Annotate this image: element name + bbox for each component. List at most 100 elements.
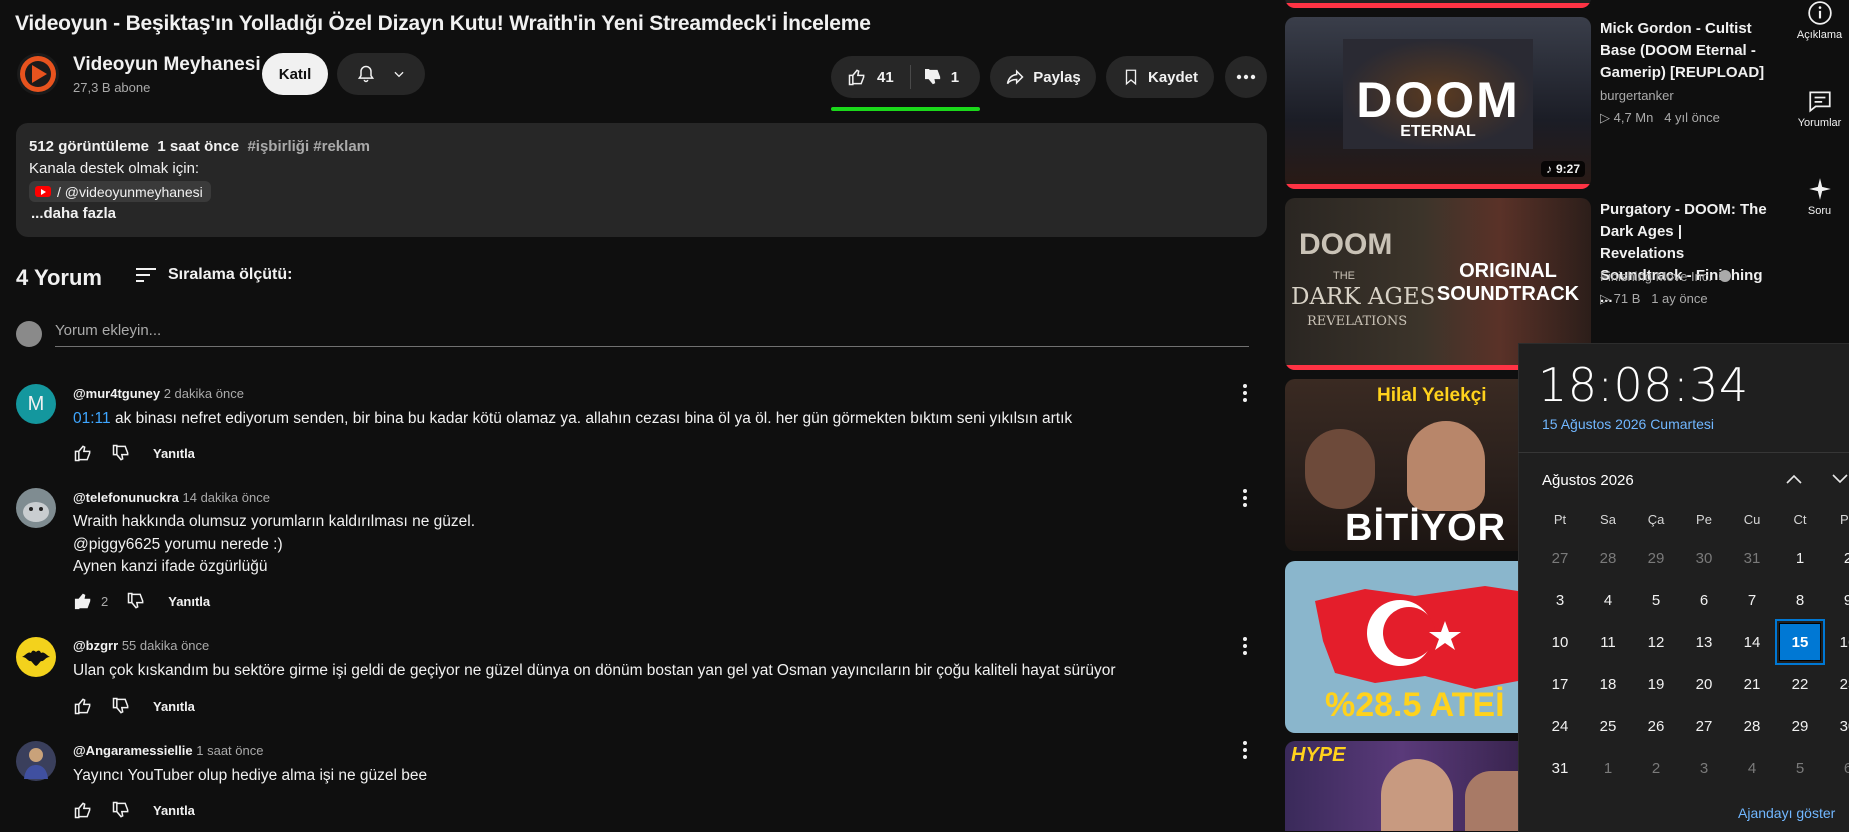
share-button[interactable]: Paylaş [990, 56, 1096, 98]
calendar-day[interactable]: 10 [1539, 623, 1581, 661]
related-thumbnail[interactable]: DOOM ETERNAL ♪ 9:27 [1285, 17, 1591, 189]
show-agenda-link[interactable]: Ajandayı göster [1738, 805, 1835, 821]
thumbs-down-icon[interactable] [111, 800, 131, 820]
calendar-day[interactable]: 29 [1635, 539, 1677, 577]
calendar-day[interactable]: 11 [1587, 623, 1629, 661]
related-thumbnail[interactable]: %28.5 ATEİ [1285, 561, 1518, 733]
calendar-day[interactable]: 28 [1731, 707, 1773, 745]
calendar-day[interactable]: 30 [1827, 707, 1849, 745]
join-button[interactable]: Katıl [262, 53, 328, 95]
thumbs-up-icon[interactable] [73, 800, 93, 820]
channel-avatar[interactable] [17, 53, 59, 95]
show-more-link[interactable]: ...daha fazla [31, 205, 116, 222]
calendar-day[interactable]: 20 [1683, 665, 1725, 703]
related-channel[interactable]: burgertanker [1600, 88, 1674, 103]
calendar-day[interactable]: 18 [1587, 665, 1629, 703]
add-comment-input[interactable]: Yorum ekleyin... [55, 318, 1249, 347]
calendar-day[interactable]: 5 [1635, 581, 1677, 619]
description-panel-button[interactable]: Açıklama [1790, 0, 1849, 41]
comment-author[interactable]: @bzgrr [73, 638, 118, 653]
thumbs-up-icon[interactable] [73, 443, 93, 463]
channel-name[interactable]: Videoyun Meyhanesi [73, 54, 261, 76]
comment-time[interactable]: 1 saat önce [196, 743, 263, 758]
thumbs-down-icon[interactable] [111, 443, 131, 463]
calendar-day[interactable]: 1 [1587, 749, 1629, 787]
comments-panel-button[interactable]: Yorumlar [1790, 88, 1849, 129]
calendar-day[interactable]: 13 [1683, 623, 1725, 661]
comment-author[interactable]: @mur4tguney [73, 386, 160, 401]
calendar-day[interactable]: 1 [1779, 539, 1821, 577]
comment-time[interactable]: 2 dakika önce [164, 386, 244, 401]
ask-panel-button[interactable]: Soru [1790, 176, 1849, 217]
comment-menu-icon[interactable] [1243, 489, 1247, 510]
comment-avatar[interactable] [16, 488, 56, 528]
comment-menu-icon[interactable] [1243, 741, 1247, 762]
calendar-day[interactable]: 27 [1539, 539, 1581, 577]
reply-button[interactable]: Yanıtla [153, 699, 195, 714]
comment-time[interactable]: 14 dakika önce [183, 490, 270, 505]
comment-avatar[interactable] [16, 741, 56, 781]
calendar-day[interactable]: 4 [1587, 581, 1629, 619]
calendar-day[interactable]: 7 [1731, 581, 1773, 619]
calendar-day[interactable]: 28 [1587, 539, 1629, 577]
related-thumbnail[interactable] [1285, 0, 1591, 8]
comment-avatar[interactable] [16, 637, 56, 677]
save-button[interactable]: Kaydet [1106, 56, 1214, 98]
reply-button[interactable]: Yanıtla [168, 594, 210, 609]
comment-author[interactable]: @Angaramessiellie [73, 743, 193, 758]
thumbs-down-icon[interactable] [126, 591, 146, 611]
dislike-button[interactable]: 1 [923, 67, 959, 87]
calendar-day[interactable]: 5 [1779, 749, 1821, 787]
calendar-day[interactable]: 22 [1779, 665, 1821, 703]
channel-link-chip[interactable]: / @videoyunmeyhanesi [29, 181, 211, 202]
comment-author[interactable]: @telefonunuckra [73, 490, 179, 505]
reply-button[interactable]: Yanıtla [153, 446, 195, 461]
related-channel-name[interactable]: Finishing Move Inc. [1600, 269, 1712, 284]
comment-time[interactable]: 55 dakika önce [122, 638, 209, 653]
related-thumbnail[interactable]: Hilal Yelekçi BİTİYOR [1285, 379, 1518, 551]
thumbs-up-icon[interactable] [73, 696, 93, 716]
clock-date[interactable]: 15 Ağustos 2026 Cumartesi [1542, 416, 1714, 432]
calendar-day[interactable]: 31 [1539, 749, 1581, 787]
calendar-day[interactable]: 23 [1827, 665, 1849, 703]
calendar-day[interactable]: 21 [1731, 665, 1773, 703]
calendar-day[interactable]: 6 [1683, 581, 1725, 619]
calendar-day[interactable]: 25 [1587, 707, 1629, 745]
more-actions-button[interactable] [1225, 56, 1267, 98]
calendar-day[interactable]: 3 [1683, 749, 1725, 787]
comment-menu-icon[interactable] [1243, 637, 1247, 658]
comment-menu-icon[interactable] [1243, 384, 1247, 405]
calendar-day[interactable]: 16 [1827, 623, 1849, 661]
calendar-day[interactable]: 31 [1731, 539, 1773, 577]
calendar-day[interactable]: 4 [1731, 749, 1773, 787]
reply-button[interactable]: Yanıtla [153, 803, 195, 818]
calendar-day[interactable]: 9 [1827, 581, 1849, 619]
like-button[interactable]: 41 [831, 67, 894, 87]
calendar-day[interactable]: 3 [1539, 581, 1581, 619]
sort-button[interactable]: Sıralama ölçütü: [134, 265, 292, 285]
thumbs-up-icon[interactable] [73, 591, 93, 611]
related-title[interactable]: Mick Gordon - Cultist Base (DOOM Eternal… [1600, 18, 1770, 84]
calendar-day[interactable]: 30 [1683, 539, 1725, 577]
calendar-day[interactable]: 14 [1731, 623, 1773, 661]
notification-button[interactable] [337, 53, 425, 95]
hashtags[interactable]: #işbirliği #reklam [247, 138, 370, 155]
calendar-day[interactable]: 26 [1635, 707, 1677, 745]
calendar-day[interactable]: 29 [1779, 707, 1821, 745]
calendar-day[interactable]: 12 [1635, 623, 1677, 661]
chevron-down-icon[interactable] [1831, 472, 1849, 486]
timestamp-link[interactable]: 01:11 [73, 410, 111, 427]
related-thumbnail[interactable]: HYPE [1285, 741, 1518, 831]
calendar-day[interactable]: 19 [1635, 665, 1677, 703]
comment-avatar[interactable]: M [16, 384, 56, 424]
calendar-day[interactable]: 17 [1539, 665, 1581, 703]
thumbs-down-icon[interactable] [111, 696, 131, 716]
calendar-day[interactable]: 2 [1827, 539, 1849, 577]
chevron-up-icon[interactable] [1785, 472, 1803, 486]
calendar-day[interactable]: 27 [1683, 707, 1725, 745]
calendar-day-selected[interactable]: 15 [1775, 619, 1825, 665]
calendar-month[interactable]: Ağustos 2026 [1542, 472, 1634, 489]
calendar-day[interactable]: 6 [1827, 749, 1849, 787]
calendar-day[interactable]: 24 [1539, 707, 1581, 745]
calendar-day[interactable]: 8 [1779, 581, 1821, 619]
